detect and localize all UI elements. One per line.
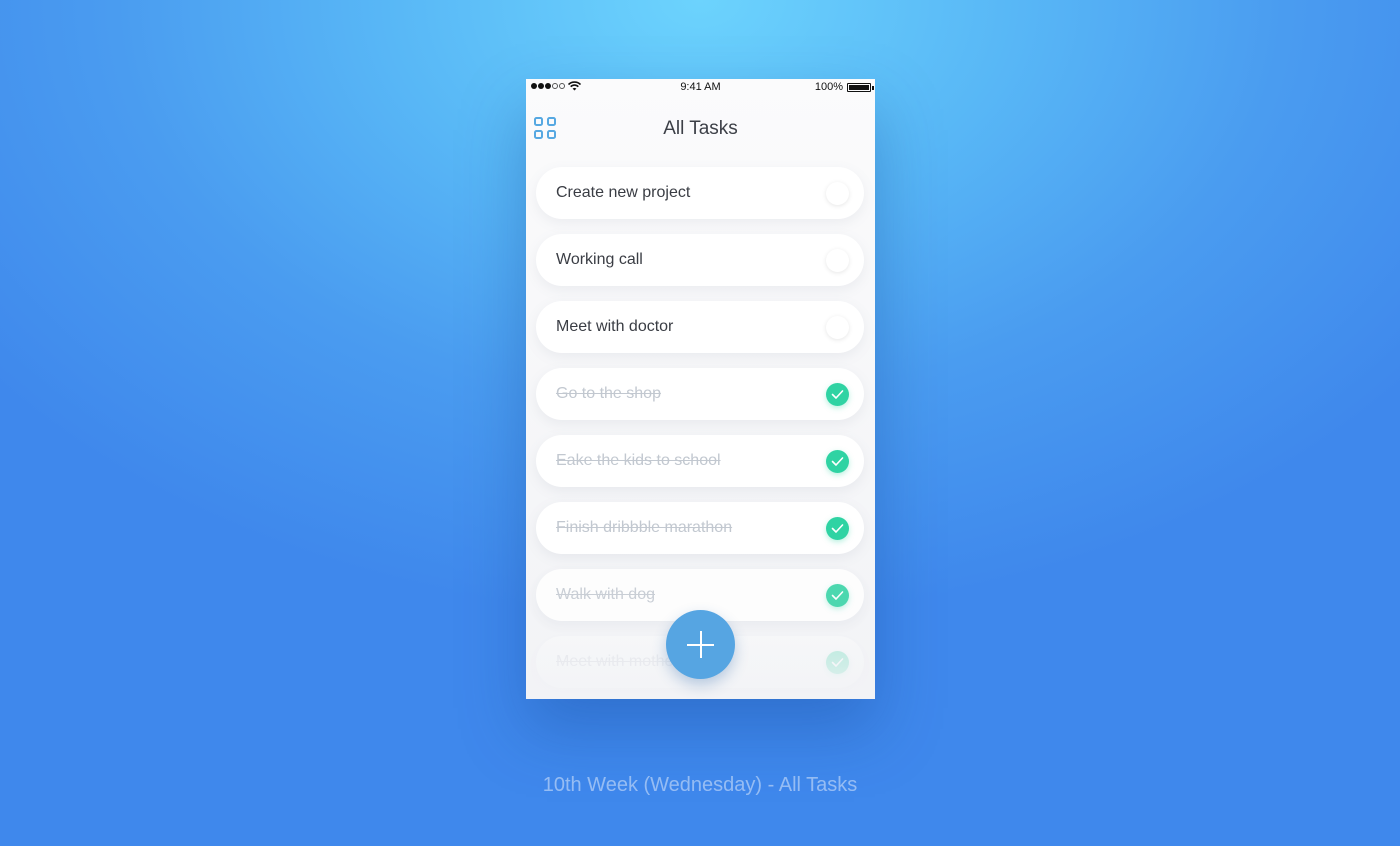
task-label: Eake the kids to school — [556, 452, 721, 469]
task-item[interactable]: Finish dribbble marathon — [536, 502, 864, 554]
add-task-button[interactable] — [666, 610, 735, 679]
unchecked-checkbox[interactable] — [826, 249, 849, 272]
checkmark-icon — [831, 524, 844, 533]
task-label: Finish dribbble marathon — [556, 519, 733, 536]
checkmark-icon — [831, 658, 844, 667]
battery-icon — [847, 83, 871, 92]
task-label: Walk with dog — [556, 586, 655, 603]
checked-checkbox[interactable] — [826, 517, 849, 540]
checked-checkbox[interactable] — [826, 651, 849, 674]
task-label: Meet with doctor — [556, 318, 674, 335]
caption: 10th Week (Wednesday) - All Tasks — [542, 774, 858, 796]
checkmark-icon — [831, 591, 844, 600]
checked-checkbox[interactable] — [826, 584, 849, 607]
task-item[interactable]: Working call — [536, 234, 864, 286]
battery-percent: 100% — [814, 81, 843, 93]
status-bar: 9:41 AM 100% — [526, 79, 875, 97]
unchecked-checkbox[interactable] — [826, 182, 849, 205]
page-title: All Tasks — [663, 118, 738, 139]
checkmark-icon — [831, 457, 844, 466]
task-item[interactable]: Eake the kids to school — [536, 435, 864, 487]
task-item[interactable]: Go to the shop — [536, 368, 864, 420]
task-item[interactable]: Create new project — [536, 167, 864, 219]
task-label: Meet with mother — [556, 653, 679, 670]
task-item[interactable]: Meet with doctor — [536, 301, 864, 353]
phone-screen: 9:41 AM 100% All Tasks Create new projec… — [526, 79, 875, 699]
battery-tip — [872, 86, 874, 90]
checkmark-icon — [831, 390, 844, 399]
checked-checkbox[interactable] — [826, 450, 849, 473]
task-label: Go to the shop — [556, 385, 661, 402]
header: All Tasks — [526, 109, 875, 149]
unchecked-checkbox[interactable] — [826, 316, 849, 339]
task-label: Working call — [556, 251, 643, 268]
checked-checkbox[interactable] — [826, 383, 849, 406]
task-label: Create new project — [556, 184, 691, 201]
